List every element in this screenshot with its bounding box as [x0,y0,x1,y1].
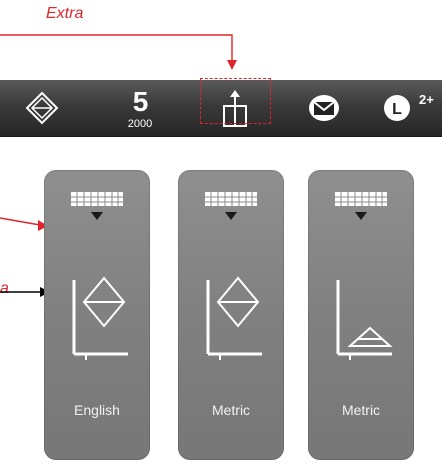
card-metric-triangle[interactable]: Metric [308,170,414,460]
mail-icon[interactable] [302,80,346,136]
keyboard-icon [71,192,123,220]
letter-l-icon[interactable]: L [375,80,419,136]
keyboard-icon [205,192,257,220]
diamond-icon[interactable] [20,80,64,136]
highlight-box [200,78,271,124]
diamond-graph-icon [206,276,262,360]
svg-text:L: L [392,101,402,118]
card-metric-diamond[interactable]: Metric [178,170,284,460]
extra-annotation-label: Extra [46,5,84,22]
stitch-counter[interactable]: 5 2000 [120,86,160,131]
diamond-graph-icon [72,276,128,360]
counter-value: 5 [132,86,149,117]
card-label: Metric [341,402,381,418]
card-label: English [74,402,120,418]
side-annotation-label: a [0,280,9,297]
card-english[interactable]: English [44,170,150,460]
superscript-label: 2+ [419,92,434,107]
keyboard-icon [335,192,387,220]
counter-sub-value: 2000 [127,118,153,130]
card-label: Metric [211,402,251,418]
triangle-graph-icon [336,280,393,360]
